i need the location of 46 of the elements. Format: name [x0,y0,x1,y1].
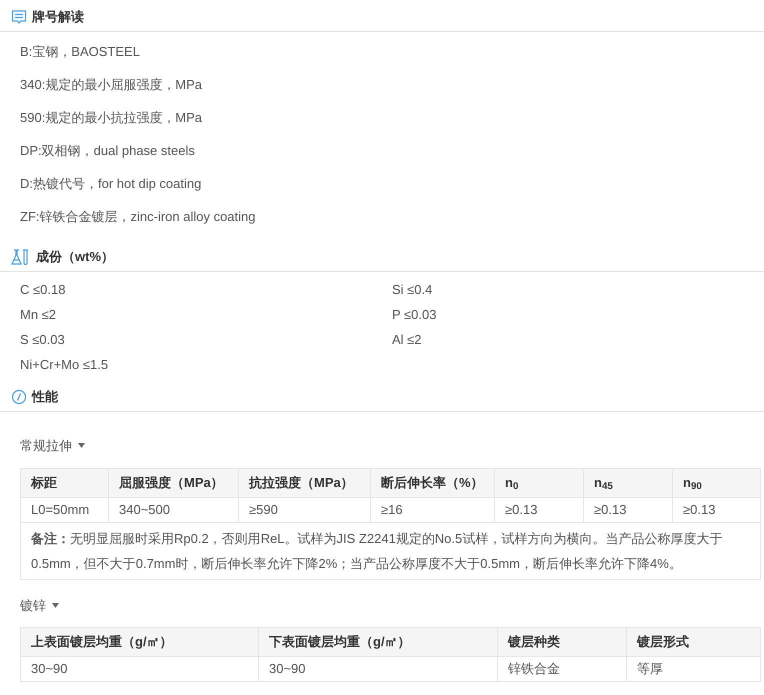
section-title: 牌号解读 [32,8,84,26]
section-title: 成份（wt%） [36,248,114,266]
composition-item: P ≤0.03 [392,307,438,324]
message-icon [11,8,27,24]
caret-icon [78,443,85,448]
table-dropdown[interactable]: 镀锌 [20,596,59,615]
table-cell: 340~500 [108,497,238,522]
table-cell: 等厚 [626,656,760,682]
column-header: 镀层形式 [626,628,760,656]
column-header: 标距 [20,468,108,497]
caret-icon [52,602,59,608]
column-header: 屈服强度（MPa） [108,468,238,497]
composition-item: Al ≤2 [392,332,423,349]
flask-icon [11,248,31,264]
grade-item: D:热镀代号，for hot dip coating [20,176,202,193]
column-header: 上表面镀层均重（g/㎡） [20,628,258,656]
column-header: n$_{0}$ [494,468,584,497]
column-header: 抗拉强度（MPa） [238,468,370,497]
table-cell: ≥590 [238,497,370,522]
table-dropdown[interactable]: 常规拉伸 [20,436,85,456]
column-header: 断后伸长率（%） [370,468,494,497]
grade-item: 340:规定的最小屈服强度，MPa [20,77,204,94]
table-cell: 30~90 [258,656,498,682]
composition-item: Si ≤0.4 [392,282,434,299]
composition-item: Ni+Cr+Mo ≤1.5 [20,357,110,374]
composition-item: C ≤0.18 [20,282,66,299]
column-header: 下表面镀层均重（g/㎡） [258,628,498,656]
table-note: 备注：无明显屈服时采用Rp0.2，否则用ReL。试样为JIS Z2241规定的No.5试样，试样方向为横向。当产品公称厚度大于0.5mm，但不大于0.7mm时，断后伸长率允许下降2%；当产品公称厚度不大于0.5mm，断后伸长率允许下降4%。 [20,522,760,579]
column-header: n$_{45}$ [584,468,672,497]
grade-item: 590:规定的最小抗拉强度，MPa [20,110,204,127]
grade-item: B:宝钢，BAOSTEEL [20,44,141,61]
section-title: 性能 [32,388,58,406]
grade-item: ZF:锌铁合金镀层，zinc-iron alloy coating [20,209,256,226]
grade-item: DP:双相钢，dual phase steels [20,143,196,160]
column-header: n$_{90}$ [672,468,760,497]
table-cell: L0=50mm [20,497,108,522]
column-header: 镀层种类 [498,628,626,656]
table-cell: ≥0.13 [584,497,672,522]
table-cell: ≥0.13 [672,497,760,522]
table-cell: ≥16 [370,497,494,522]
table-cell: ≥0.13 [494,497,584,522]
gauge-icon [11,388,27,404]
table-cell: 锌铁合金 [498,656,626,682]
composition-item: S ≤0.03 [20,332,66,349]
table-cell: 30~90 [20,656,258,682]
composition-item: Mn ≤2 [20,307,58,324]
